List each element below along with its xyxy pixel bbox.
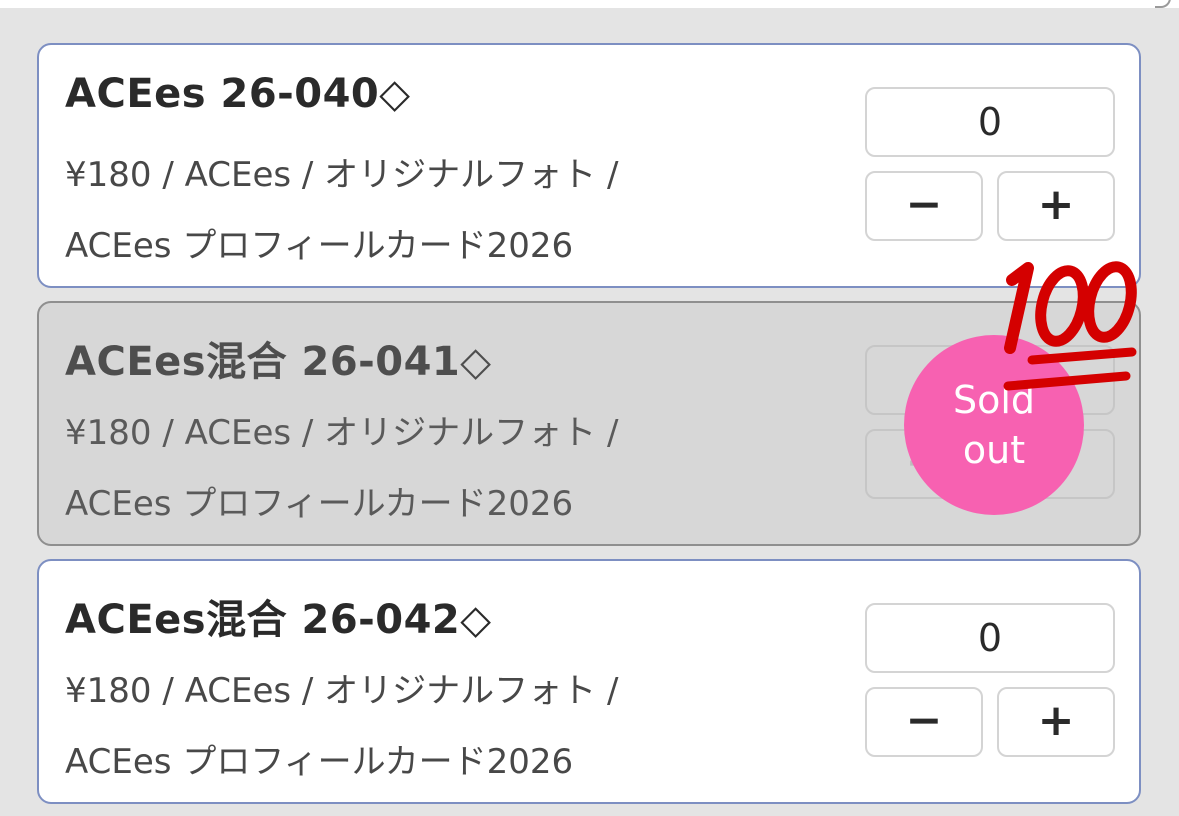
decrement-button[interactable]: − xyxy=(865,171,983,241)
product-price-category: ¥180 / ACEes / オリジナルフォト / xyxy=(65,671,619,711)
product-series: ACEes プロフィールカード2026 xyxy=(65,742,574,782)
product-card-sold-out: ACEes混合 26-041◇ ¥180 / ACEes / オリジナルフォト … xyxy=(37,301,1141,546)
product-title: ACEes混合 26-041◇ xyxy=(65,339,492,385)
product-card: ACEes 26-040◇ ¥180 / ACEes / オリジナルフォト / … xyxy=(37,43,1141,288)
product-price-category: ¥180 / ACEes / オリジナルフォト / xyxy=(65,413,619,453)
product-price-category: ¥180 / ACEes / オリジナルフォト / xyxy=(65,155,619,195)
product-card: ACEes混合 26-042◇ ¥180 / ACEes / オリジナルフォト … xyxy=(37,559,1141,804)
decrement-button[interactable]: − xyxy=(865,687,983,757)
increment-button[interactable]: + xyxy=(997,687,1115,757)
quantity-field[interactable]: 0 xyxy=(865,87,1115,157)
increment-button[interactable]: + xyxy=(997,171,1115,241)
product-series: ACEes プロフィールカード2026 xyxy=(65,484,574,524)
product-series: ACEes プロフィールカード2026 xyxy=(65,226,574,266)
product-title: ACEes混合 26-042◇ xyxy=(65,597,492,643)
product-title: ACEes 26-040◇ xyxy=(65,71,411,117)
quantity-field[interactable]: 0 xyxy=(865,603,1115,673)
sold-out-text-line2: out xyxy=(962,428,1026,472)
hundred-points-icon xyxy=(1003,261,1137,391)
top-strip xyxy=(0,0,1179,8)
